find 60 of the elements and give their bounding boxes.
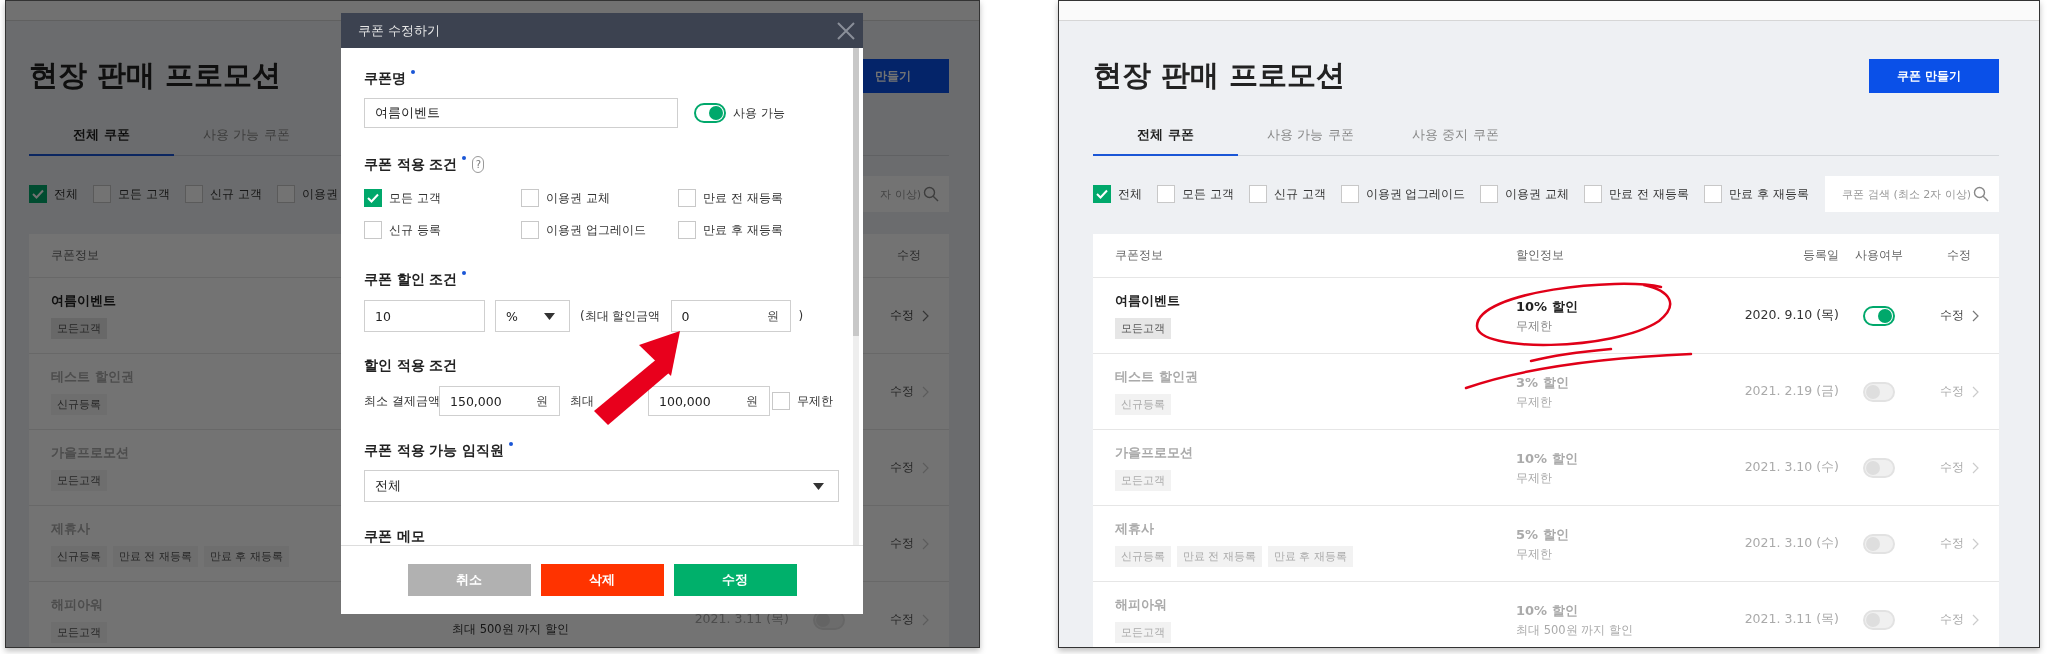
closing-parenthesis: ): [798, 309, 804, 323]
coupon-name: 여름이벤트: [51, 292, 116, 310]
field-label: 쿠폰 적용 가능 임직원: [364, 442, 505, 460]
field-label: 할인 적용 조건: [364, 357, 458, 375]
field-label: 쿠폰 적용 조건: [364, 156, 458, 174]
column-header: 수정: [1947, 248, 1971, 262]
coupon-name: 여름이벤트: [1115, 292, 1180, 310]
condition-tag: 신규등록: [1115, 394, 1171, 415]
column-header: 할인정보: [1516, 248, 1564, 262]
discount-text: 10% 할인: [1516, 298, 1578, 314]
coupon-name: 가을프로모션: [1115, 444, 1193, 462]
field-label: 쿠폰명: [364, 70, 406, 88]
column-header: 쿠폰정보: [1115, 248, 1163, 262]
discount-text: 3% 할인: [1516, 374, 1569, 390]
registration-date: 2021. 3.10 (수): [1744, 459, 1839, 476]
column-header: 수정: [897, 248, 921, 262]
discount-text: 5% 할인: [1516, 526, 1569, 542]
dialog-title: 쿠폰 수정하기: [358, 21, 441, 40]
discount-limit: 최대 500원 까지 할인: [452, 622, 569, 637]
discount-limit: 무제한: [1516, 546, 1552, 562]
min-payment-label: 최소 결제금액: [364, 392, 439, 410]
coupon-name: 해피아워: [1115, 596, 1167, 614]
discount-limit: 무제한: [1516, 318, 1552, 334]
discount-limit: 무제한: [1516, 470, 1552, 486]
condition-tag: 만료 전 재등록: [113, 546, 198, 567]
condition-tag: 신규등록: [1115, 546, 1171, 567]
discount-text: 10% 할인: [1516, 450, 1578, 466]
condition-tag: 만료 전 재등록: [1177, 546, 1262, 567]
coupon-name: 테스트 할인권: [1115, 368, 1198, 386]
registration-date: 2021. 2.19 (금): [1744, 383, 1839, 400]
coupon-name: 제휴사: [1115, 520, 1154, 538]
condition-tag: 모든고객: [51, 622, 107, 643]
registration-date: 2021. 3.11 (목): [1744, 611, 1839, 628]
condition-tag: 모든고객: [51, 318, 107, 339]
column-header: 사용여부: [1855, 248, 1903, 262]
max-discount-label: 최대: [570, 393, 594, 408]
column-header: 등록일: [1803, 248, 1839, 262]
discount-text: 10% 할인: [1516, 602, 1578, 618]
page-title: 현장 판매 프로모션: [29, 57, 282, 94]
discount-limit: 무제한: [1516, 394, 1552, 410]
condition-tag: 신규등록: [51, 546, 107, 567]
currency-unit: 원: [746, 392, 758, 410]
page-title: 현장 판매 프로모션: [1093, 57, 1346, 94]
currency-unit: 원: [536, 392, 548, 410]
condition-tag: 모든고객: [1115, 318, 1171, 339]
registration-date: 2020. 9.10 (목): [1744, 307, 1839, 324]
discount-limit: 최대 500원 까지 할인: [1516, 622, 1633, 638]
condition-tag: 만료 후 재등록: [204, 546, 289, 567]
max-discount-label: (최대 할인금액: [580, 307, 661, 325]
toggle-label: 사용 가능: [733, 104, 785, 122]
condition-tag: 만료 후 재등록: [1268, 546, 1353, 567]
column-header: 쿠폰정보: [51, 248, 99, 262]
registration-date: 2021. 3.10 (수): [1744, 535, 1839, 552]
condition-tag: 모든고객: [51, 470, 107, 491]
condition-tag: 모든고객: [1115, 470, 1171, 491]
field-label: 쿠폰 할인 조건: [364, 271, 458, 289]
currency-unit: 원: [766, 307, 779, 325]
condition-tag: 신규등록: [51, 394, 107, 415]
condition-tag: 모든고객: [1115, 622, 1171, 643]
field-label: 쿠폰 메모: [364, 528, 425, 545]
